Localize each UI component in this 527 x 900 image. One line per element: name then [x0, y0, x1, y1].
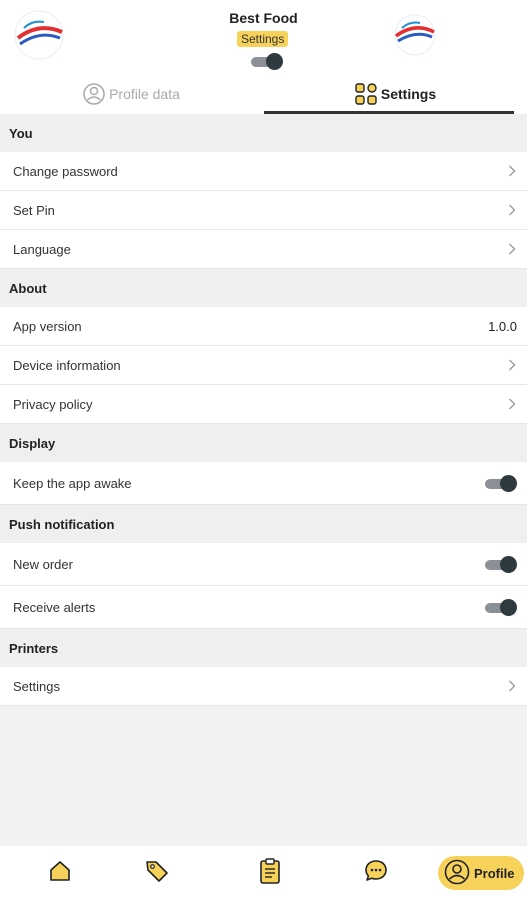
nav-offers[interactable] [142, 858, 172, 888]
toggle-knob [500, 556, 517, 573]
row-label: Keep the app awake [13, 475, 132, 491]
app-version-value: 1.0.0 [488, 318, 517, 334]
tag-icon [144, 858, 170, 889]
row-set-pin[interactable]: Set Pin [0, 191, 527, 230]
row-new-order: New order [0, 543, 527, 586]
row-app-version: App version 1.0.0 [0, 307, 527, 346]
chevron-right-icon [507, 204, 517, 216]
row-receive-alerts: Receive alerts [0, 586, 527, 629]
chevron-right-icon [507, 398, 517, 410]
chevron-right-icon [507, 680, 517, 692]
row-device-information[interactable]: Device information [0, 346, 527, 385]
row-label: Language [13, 241, 71, 257]
row-keep-app-awake: Keep the app awake [0, 462, 527, 505]
chat-icon [363, 858, 389, 889]
row-printer-settings[interactable]: Settings [0, 667, 527, 706]
user-icon [444, 859, 470, 888]
nav-profile[interactable]: Profile [438, 856, 524, 890]
tab-settings[interactable]: Settings [264, 74, 527, 114]
app-header: Best Food Settings [0, 0, 527, 74]
row-label: Privacy policy [13, 396, 93, 412]
row-change-password[interactable]: Change password [0, 152, 527, 191]
page-badge: Settings [237, 31, 289, 47]
bottom-navigation: Profile [0, 846, 527, 900]
nav-orders[interactable] [255, 857, 285, 890]
clipboard-icon [258, 857, 282, 890]
section-header-push-notification: Push notification [0, 505, 527, 543]
row-label: Change password [13, 163, 118, 179]
nav-profile-label: Profile [474, 865, 515, 881]
settings-list: You Change password Set Pin Language Abo… [0, 114, 527, 706]
row-label: Set Pin [13, 202, 55, 218]
row-label: App version [13, 318, 82, 334]
chevron-right-icon [507, 165, 517, 177]
profile-tabs: Profile data Settings [0, 74, 527, 114]
tab-profile-label: Profile data [109, 86, 180, 102]
row-label: Settings [13, 678, 60, 694]
receive-alerts-toggle[interactable] [483, 598, 517, 616]
toggle-knob [500, 475, 517, 492]
row-privacy-policy[interactable]: Privacy policy [0, 385, 527, 424]
brand-logo-right [390, 10, 440, 60]
nav-home[interactable] [45, 858, 75, 888]
chevron-right-icon [507, 359, 517, 371]
section-header-you: You [0, 114, 527, 152]
user-icon [83, 83, 105, 105]
section-header-display: Display [0, 424, 527, 462]
section-header-printers: Printers [0, 629, 527, 667]
new-order-toggle[interactable] [483, 555, 517, 573]
tab-profile-data[interactable]: Profile data [0, 74, 263, 114]
store-name: Best Food [229, 10, 298, 26]
tab-settings-label: Settings [380, 86, 437, 102]
home-icon [48, 859, 72, 888]
chevron-right-icon [507, 243, 517, 255]
row-label: New order [13, 556, 73, 572]
row-label: Device information [13, 357, 121, 373]
toggle-knob [500, 599, 517, 616]
row-language[interactable]: Language [0, 230, 527, 269]
grid-icon [355, 83, 377, 105]
nav-messages[interactable] [361, 858, 391, 888]
row-label: Receive alerts [13, 599, 96, 615]
toggle-knob [266, 53, 283, 70]
keep-awake-toggle[interactable] [483, 474, 517, 492]
header-status-toggle[interactable] [249, 52, 283, 70]
section-header-about: About [0, 269, 527, 307]
